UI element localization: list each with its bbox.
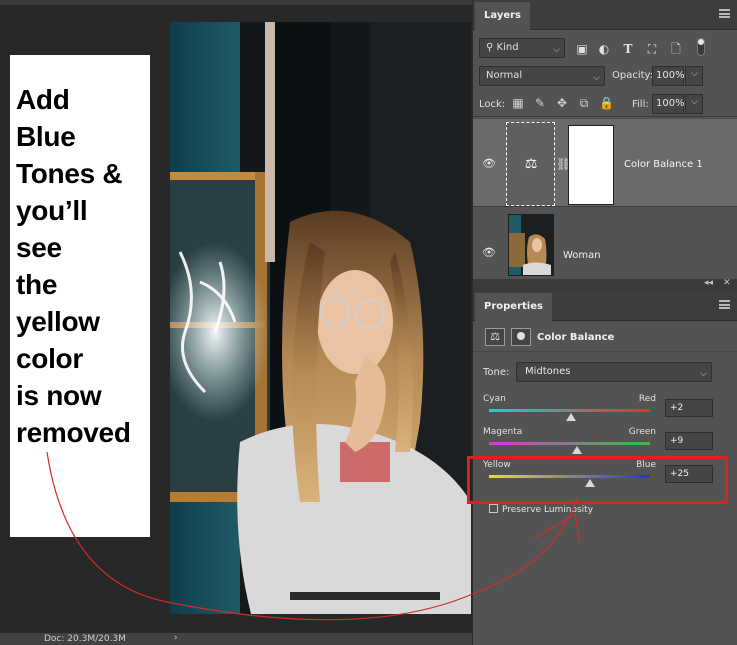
- lock-artboard-icon[interactable]: ⧉: [577, 96, 591, 110]
- visibility-eye-icon[interactable]: 👁: [481, 246, 497, 259]
- layers-tab-bar: Layers: [473, 0, 737, 30]
- slider-right-label: Red: [638, 394, 656, 404]
- filter-toggle-switch[interactable]: [697, 38, 705, 56]
- document-photo[interactable]: [170, 22, 471, 614]
- layer-filter-row: ⚲ Kind ⌵ ▣ ◐ T ⛶ 🗋: [473, 35, 737, 61]
- layer-row-woman[interactable]: 👁 Woman: [473, 208, 737, 278]
- balance-scale-icon[interactable]: ⚖: [485, 328, 505, 346]
- adjustment-layer-thumbnail[interactable]: ⚖: [506, 122, 555, 206]
- preserve-luminosity-checkbox[interactable]: [489, 504, 498, 513]
- status-bar: Doc: 20.3M/20.3M ›: [0, 633, 472, 645]
- lock-pixels-icon[interactable]: ✎: [533, 96, 547, 110]
- opacity-dropdown-button[interactable]: ⌵: [685, 66, 703, 86]
- image-layer-thumbnail[interactable]: [508, 214, 554, 276]
- tone-value: Midtones: [525, 366, 571, 377]
- kind-filter-select[interactable]: ⚲ Kind ⌵: [479, 38, 565, 58]
- chevron-down-icon: ⌵: [553, 45, 560, 55]
- lock-all-icon[interactable]: 🔒: [599, 96, 614, 110]
- visibility-eye-icon[interactable]: 👁: [481, 157, 497, 170]
- right-panels: Layers ⚲ Kind ⌵ ▣ ◐ T ⛶ 🗋 Normal ⌵ Opaci…: [472, 0, 737, 645]
- layers-panel-menu-icon[interactable]: [719, 9, 730, 18]
- document-canvas-area: Add Blue Tones & you’ll see the yellow c…: [0, 0, 472, 645]
- opacity-field[interactable]: 100%: [652, 66, 685, 86]
- layer-mask-thumbnail[interactable]: [568, 125, 614, 205]
- panel-collapse-strip: ◂◂ ✕: [473, 278, 737, 291]
- slider-right-label: Green: [628, 427, 656, 437]
- preserve-luminosity-row[interactable]: Preserve Luminosity: [489, 504, 593, 515]
- layer-row-color-balance[interactable]: 👁 ⚖ ⛓ Color Balance 1: [473, 119, 737, 207]
- annotation-note-text: Add Blue Tones & you’ll see the yellow c…: [16, 84, 131, 448]
- image-filter-icon[interactable]: ▣: [575, 42, 589, 56]
- tab-properties[interactable]: Properties: [475, 293, 552, 321]
- tone-label: Tone:: [483, 367, 510, 378]
- collapse-panel-icon[interactable]: ◂◂: [704, 278, 713, 288]
- lock-position-icon[interactable]: ✥: [555, 96, 569, 110]
- slider-left-label: Magenta: [483, 427, 523, 437]
- slider-value-field[interactable]: +9: [665, 432, 713, 450]
- properties-panel-menu-icon[interactable]: [719, 300, 730, 309]
- mask-icon[interactable]: [511, 328, 531, 346]
- slider-thumb[interactable]: [571, 446, 582, 454]
- preserve-luminosity-label: Preserve Luminosity: [502, 505, 594, 515]
- chevron-down-icon: ⌵: [691, 97, 698, 107]
- kind-filter-value: Kind: [496, 42, 519, 53]
- layer-name[interactable]: Woman: [563, 250, 601, 261]
- thumbnail-preview: [509, 215, 553, 275]
- chevron-down-icon: ⌵: [593, 73, 600, 83]
- slider-left-label: Cyan: [483, 394, 506, 404]
- document-size-readout[interactable]: Doc: 20.3M/20.3M: [44, 634, 126, 644]
- adjustment-filter-icon[interactable]: ◐: [597, 42, 611, 56]
- tab-layers[interactable]: Layers: [475, 2, 530, 30]
- chevron-down-icon: ⌵: [691, 69, 698, 79]
- slider-track[interactable]: [489, 409, 650, 412]
- blend-mode-select[interactable]: Normal ⌵: [479, 66, 605, 86]
- search-icon: ⚲: [486, 42, 497, 53]
- fill-dropdown-button[interactable]: ⌵: [685, 94, 703, 114]
- layer-name[interactable]: Color Balance 1: [624, 159, 703, 170]
- properties-header: ⚖ Color Balance: [473, 322, 737, 352]
- lock-label: Lock:: [479, 99, 506, 110]
- properties-tab-bar: Properties: [473, 291, 737, 321]
- close-panel-icon[interactable]: ✕: [723, 278, 731, 288]
- opacity-label: Opacity:: [612, 70, 654, 81]
- blend-row: Normal ⌵ Opacity: 100% ⌵: [473, 63, 737, 89]
- properties-title: Color Balance: [537, 332, 615, 343]
- annotation-highlight-box: [467, 456, 728, 504]
- annotation-note-card: Add Blue Tones & you’ll see the yellow c…: [10, 55, 150, 537]
- smart-object-filter-icon[interactable]: 🗋: [669, 42, 683, 56]
- type-filter-icon[interactable]: T: [621, 42, 635, 56]
- lock-row: Lock: ▦ ✎ ✥ ⧉ 🔒 Fill: 100% ⌵: [473, 91, 737, 117]
- fill-label: Fill:: [632, 99, 649, 110]
- shape-filter-icon[interactable]: ⛶: [645, 42, 659, 56]
- document-tab-strip: [0, 0, 472, 5]
- chevron-down-icon: ⌵: [700, 369, 707, 379]
- slider-thumb[interactable]: [566, 413, 577, 421]
- blend-mode-value: Normal: [486, 70, 523, 81]
- slider-value-field[interactable]: +2: [665, 399, 713, 417]
- status-menu-arrow-icon[interactable]: ›: [174, 633, 178, 643]
- properties-footer: [473, 633, 737, 645]
- tone-select[interactable]: Midtones ⌵: [516, 362, 712, 382]
- balance-scale-icon: ⚖: [524, 156, 538, 172]
- lock-transparent-icon[interactable]: ▦: [511, 96, 525, 110]
- photo-illustration: [170, 22, 471, 614]
- fill-field[interactable]: 100%: [652, 94, 685, 114]
- slider-track[interactable]: [489, 442, 650, 445]
